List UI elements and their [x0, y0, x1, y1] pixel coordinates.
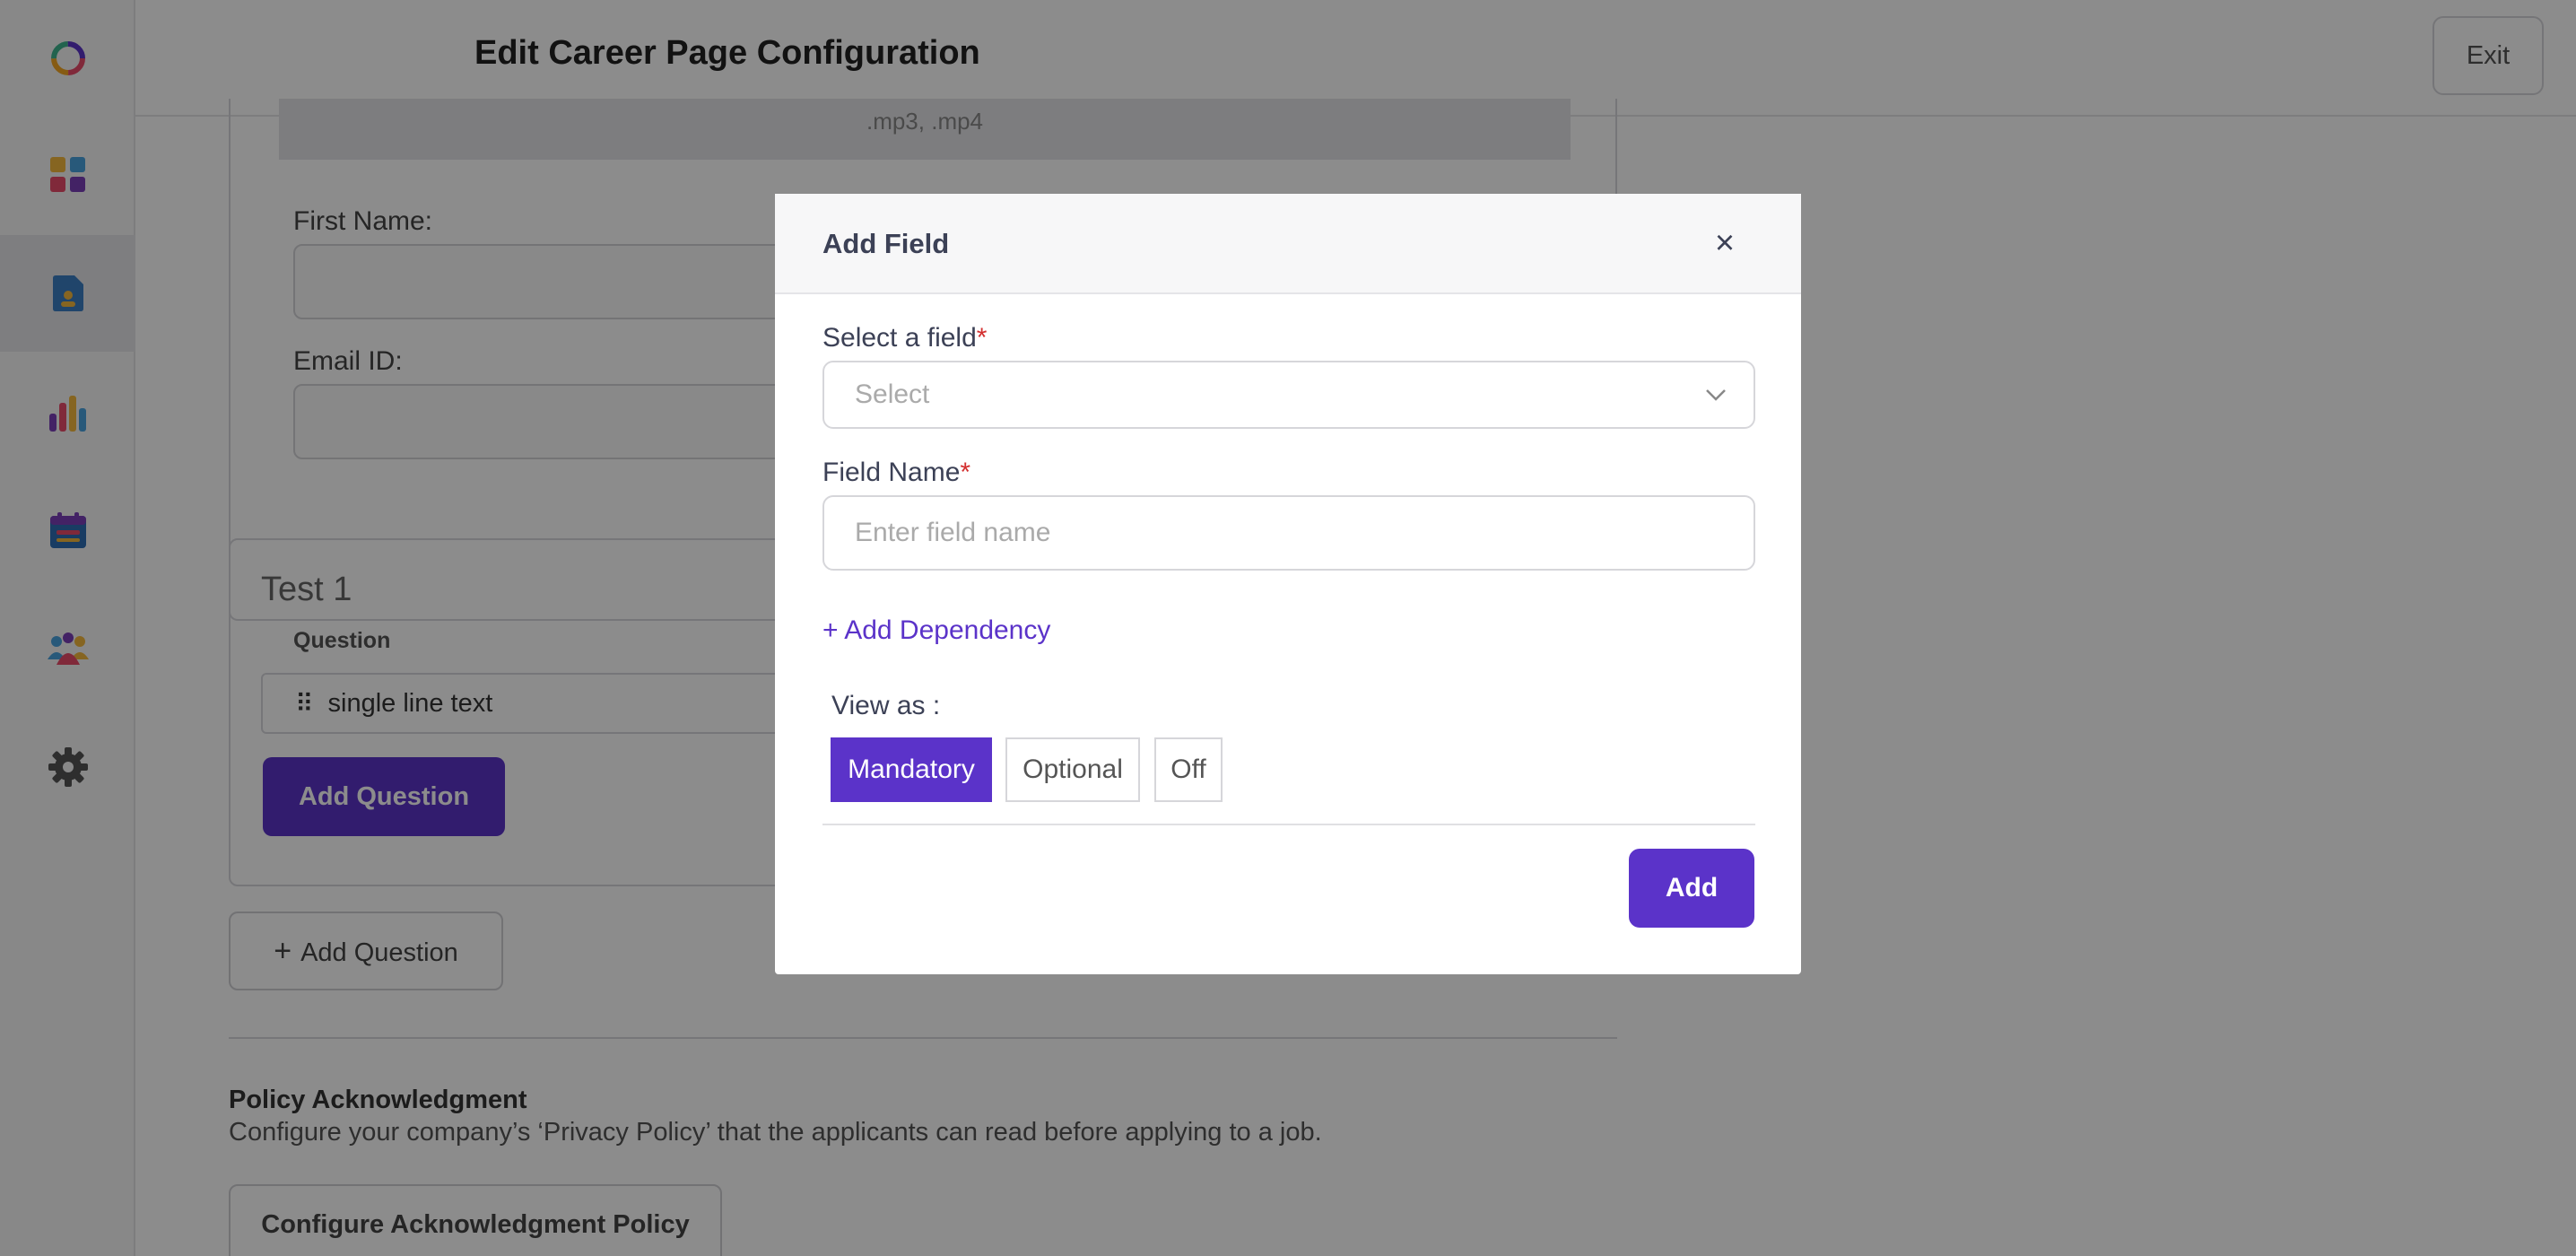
view-mandatory-button[interactable]: Mandatory — [831, 737, 992, 802]
field-name-input[interactable]: Enter field name — [822, 495, 1755, 571]
field-select-value: Select — [855, 379, 930, 409]
add-field-modal: Add Field × Select a field* Select Field… — [775, 194, 1801, 974]
select-field-label: Select a field* — [822, 323, 987, 353]
field-name-label: Field Name* — [822, 458, 970, 488]
select-field-label-text: Select a field — [822, 323, 977, 353]
field-name-label-text: Field Name — [822, 458, 961, 487]
modal-header: Add Field × — [775, 194, 1801, 294]
field-select[interactable]: Select — [822, 361, 1755, 429]
modal-title: Add Field — [822, 228, 950, 259]
add-dependency-link[interactable]: + Add Dependency — [822, 615, 1050, 646]
view-as-label: View as : — [831, 691, 941, 720]
modal-divider — [822, 824, 1755, 825]
chevron-down-icon — [1706, 389, 1726, 401]
view-optional-button[interactable]: Optional — [1005, 737, 1140, 802]
view-off-button[interactable]: Off — [1154, 737, 1223, 802]
required-mark: * — [976, 323, 988, 353]
add-button[interactable]: Add — [1629, 849, 1754, 928]
close-icon[interactable]: × — [1702, 221, 1747, 266]
required-mark: * — [960, 458, 971, 487]
